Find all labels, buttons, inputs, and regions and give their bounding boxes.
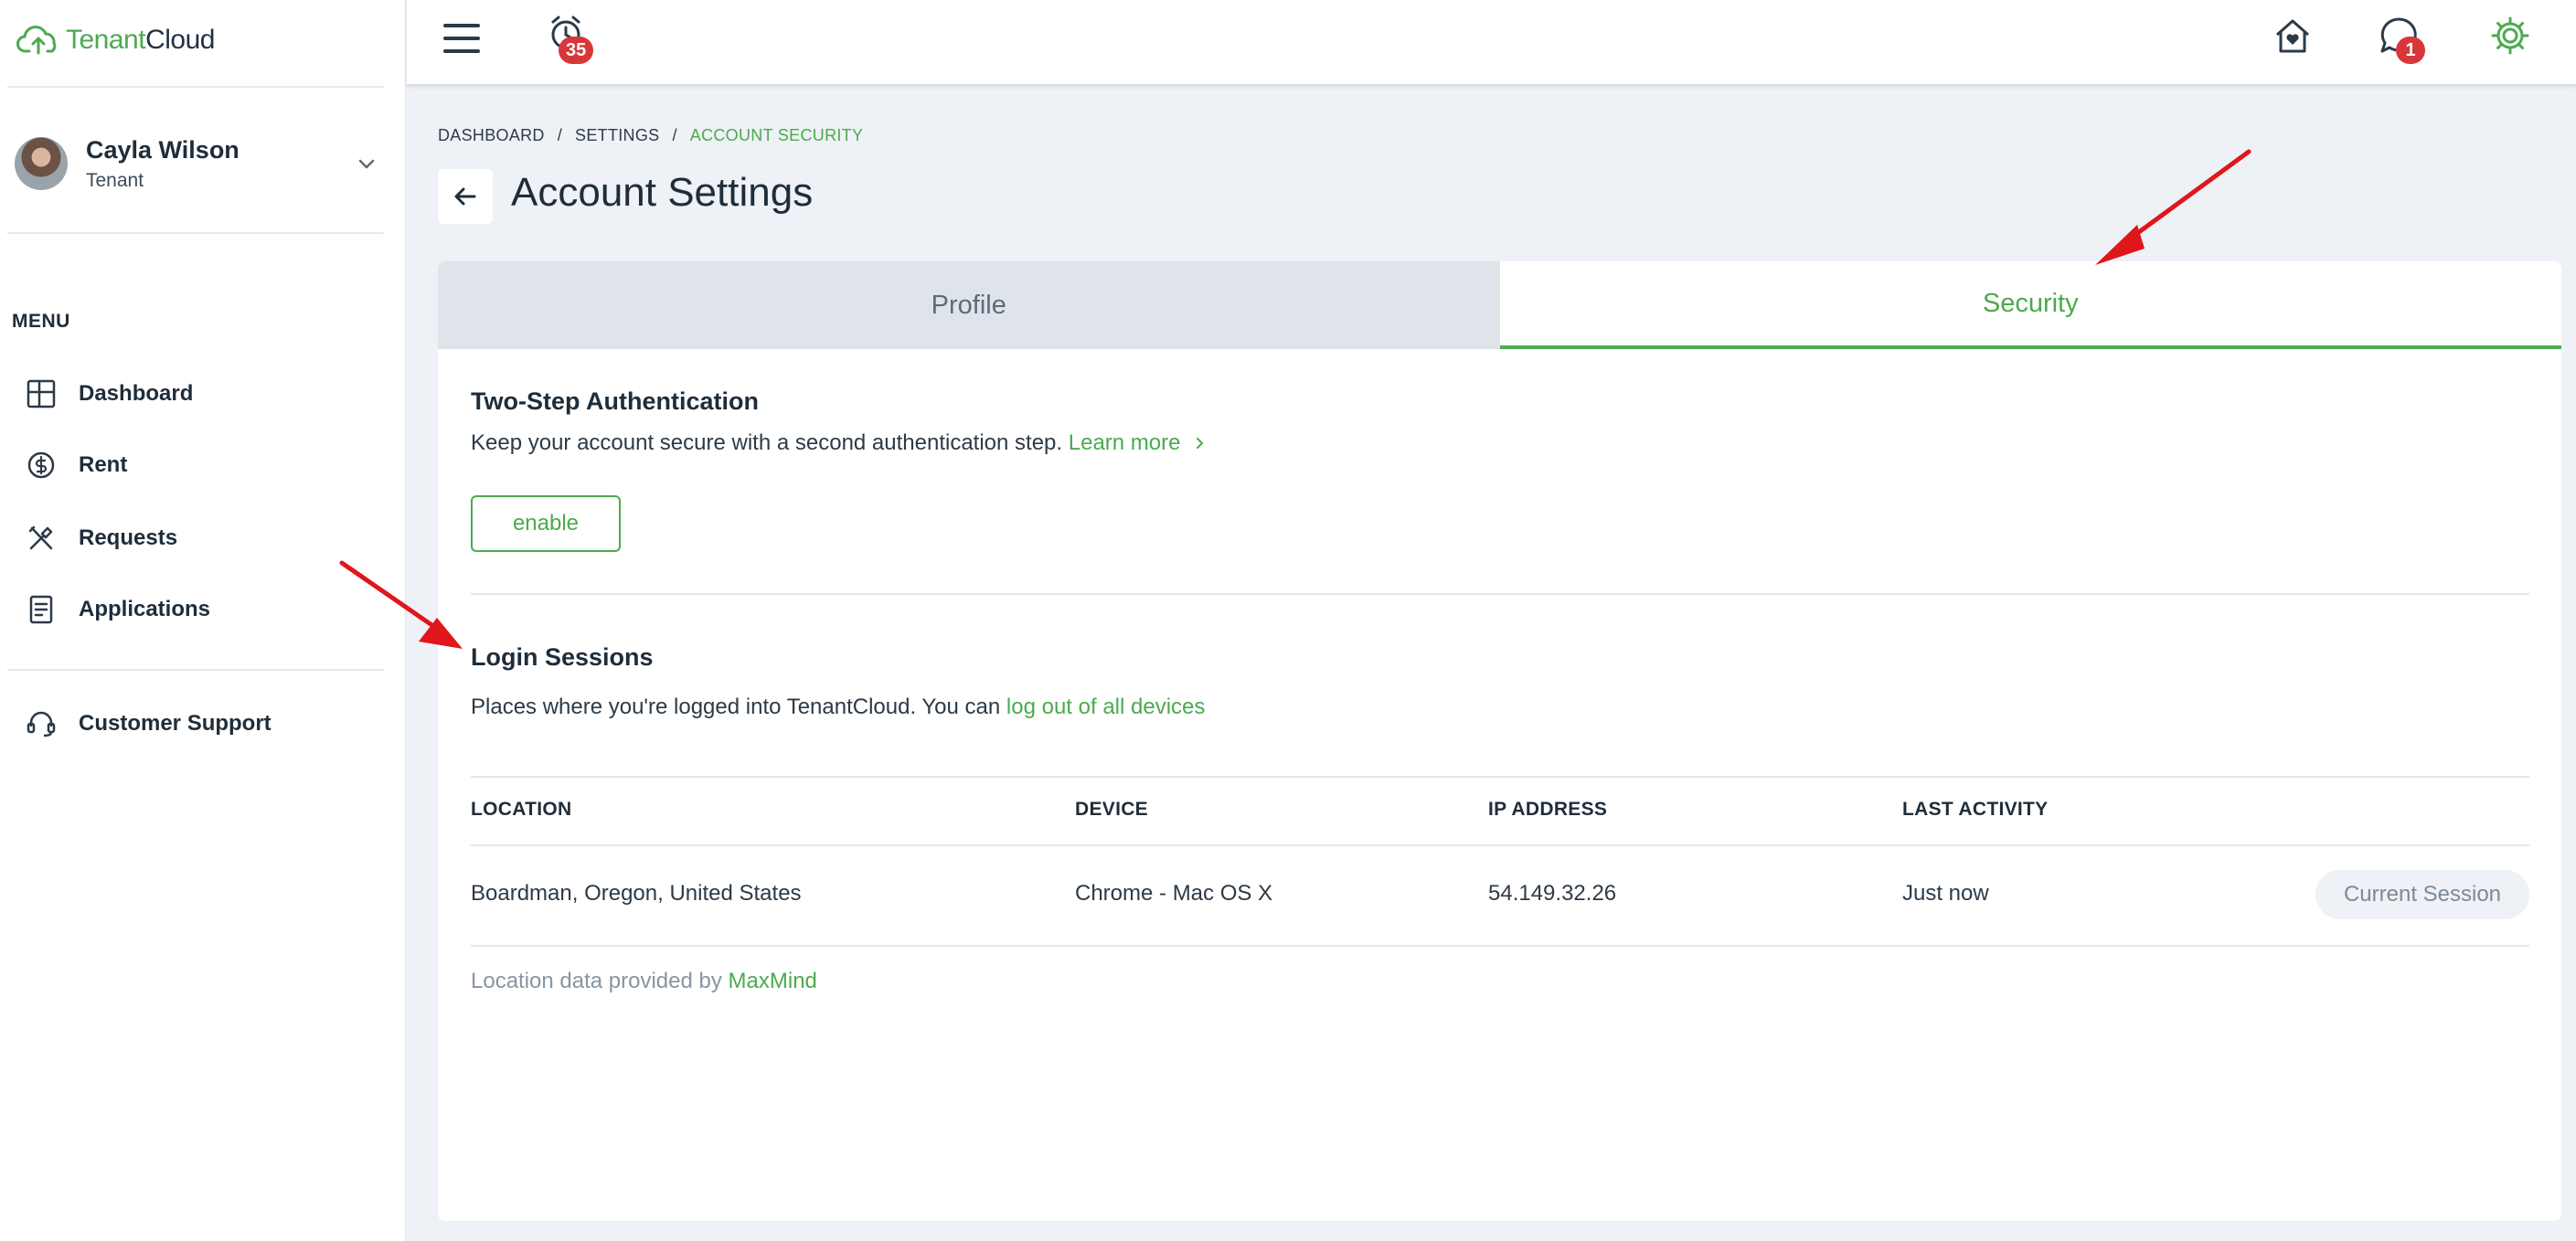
cloud-upload-icon [16, 26, 57, 55]
hamburger-menu-icon[interactable] [442, 20, 482, 57]
arrow-left-icon [454, 187, 476, 206]
column-header-device: DEVICE [1075, 799, 1148, 820]
table-header-border [471, 844, 2529, 846]
breadcrumb-settings[interactable]: SETTINGS [575, 126, 659, 145]
breadcrumb-separator: / [672, 126, 677, 144]
annotation-arrow [2095, 149, 2251, 265]
login-sessions-title: Login Sessions [471, 643, 654, 671]
login-sessions-description: Places where you're logged into TenantCl… [471, 695, 1205, 720]
headset-icon [27, 711, 56, 737]
location-data-text: Location data provided by [471, 969, 722, 993]
sidebar-item-rent[interactable]: Rent [26, 445, 373, 485]
document-icon [29, 595, 53, 624]
learn-more-label: Learn more [1068, 430, 1181, 455]
user-name: Cayla Wilson [86, 135, 240, 164]
location-data-note: Location data provided by MaxMind [471, 969, 817, 994]
sidebar-item-label: Dashboard [79, 381, 194, 406]
chevron-right-icon [1197, 438, 1204, 449]
sidebar-divider [7, 232, 384, 234]
breadcrumb: DASHBOARD / SETTINGS / ACCOUNT SECURITY [438, 126, 863, 145]
sidebar-item-label: Customer Support [79, 711, 271, 736]
breadcrumb-separator: / [557, 126, 563, 144]
top-bar: 35 1 [407, 0, 2576, 86]
menu-title: MENU [12, 311, 70, 332]
tools-icon [28, 525, 53, 550]
cell-ip-address: 54.149.32.26 [1488, 881, 1617, 906]
two-step-title: Two-Step Authentication [471, 387, 759, 415]
cell-location: Boardman, Oregon, United States [471, 881, 802, 906]
sidebar-item-dashboard[interactable]: Dashboard [26, 374, 373, 414]
section-divider [471, 593, 2529, 595]
table-bottom-border [471, 945, 2529, 947]
two-step-description: Keep your account secure with a second a… [471, 430, 1208, 456]
messages-button[interactable]: 1 [2378, 15, 2436, 68]
settings-card: Profile Security Two-Step Authentication… [438, 261, 2561, 1221]
logo-text: TenantCloud [66, 25, 215, 55]
current-session-badge: Current Session [2315, 870, 2529, 919]
sidebar-item-customer-support[interactable]: Customer Support [26, 704, 373, 744]
user-menu[interactable]: Cayla Wilson Tenant [15, 133, 380, 194]
settings-gear-icon[interactable] [2489, 15, 2531, 57]
table-top-border [471, 776, 2529, 778]
cell-last-activity: Just now [1902, 881, 1989, 906]
user-role: Tenant [86, 169, 144, 191]
column-header-location: LOCATION [471, 799, 572, 820]
dollar-circle-icon [27, 451, 55, 479]
tab-profile[interactable]: Profile [438, 261, 1500, 349]
sidebar-divider [7, 86, 384, 88]
sidebar-item-label: Requests [79, 525, 178, 550]
maxmind-link[interactable]: MaxMind [729, 969, 817, 993]
breadcrumb-account-security: ACCOUNT SECURITY [689, 126, 864, 144]
messages-badge: 1 [2396, 37, 2425, 64]
sidebar-item-label: Rent [79, 452, 128, 477]
tenantcloud-logo[interactable]: TenantCloud [16, 18, 215, 62]
notifications-badge: 35 [559, 37, 594, 64]
sidebar-item-requests[interactable]: Requests [26, 518, 373, 558]
tab-bar: Profile Security [438, 261, 2561, 349]
page-title: Account Settings [511, 170, 814, 215]
sidebar: TenantCloud Cayla Wilson Tenant MENU Das… [0, 0, 406, 1241]
sidebar-divider [7, 669, 384, 671]
login-sessions-description-text: Places where you're logged into TenantCl… [471, 695, 1001, 719]
notifications-button[interactable]: 35 [546, 13, 604, 68]
tab-security[interactable]: Security [1499, 261, 2561, 349]
breadcrumb-dashboard[interactable]: DASHBOARD [438, 126, 545, 145]
sidebar-item-label: Applications [79, 597, 211, 621]
home-heart-icon[interactable] [2272, 15, 2314, 57]
dashboard-icon [27, 379, 56, 408]
back-button[interactable] [438, 169, 493, 224]
logout-all-devices-link[interactable]: log out of all devices [1006, 695, 1205, 719]
sidebar-item-applications[interactable]: Applications [26, 589, 373, 630]
avatar [15, 137, 68, 190]
enable-two-step-button[interactable]: enable [471, 495, 621, 552]
column-header-ip-address: IP ADDRESS [1488, 799, 1608, 820]
column-header-last-activity: LAST ACTIVITY [1902, 799, 2049, 820]
cell-device: Chrome - Mac OS X [1075, 881, 1273, 906]
learn-more-link[interactable]: Learn more [1069, 430, 1208, 455]
chevron-down-icon[interactable] [353, 150, 380, 177]
two-step-description-text: Keep your account secure with a second a… [471, 430, 1063, 455]
